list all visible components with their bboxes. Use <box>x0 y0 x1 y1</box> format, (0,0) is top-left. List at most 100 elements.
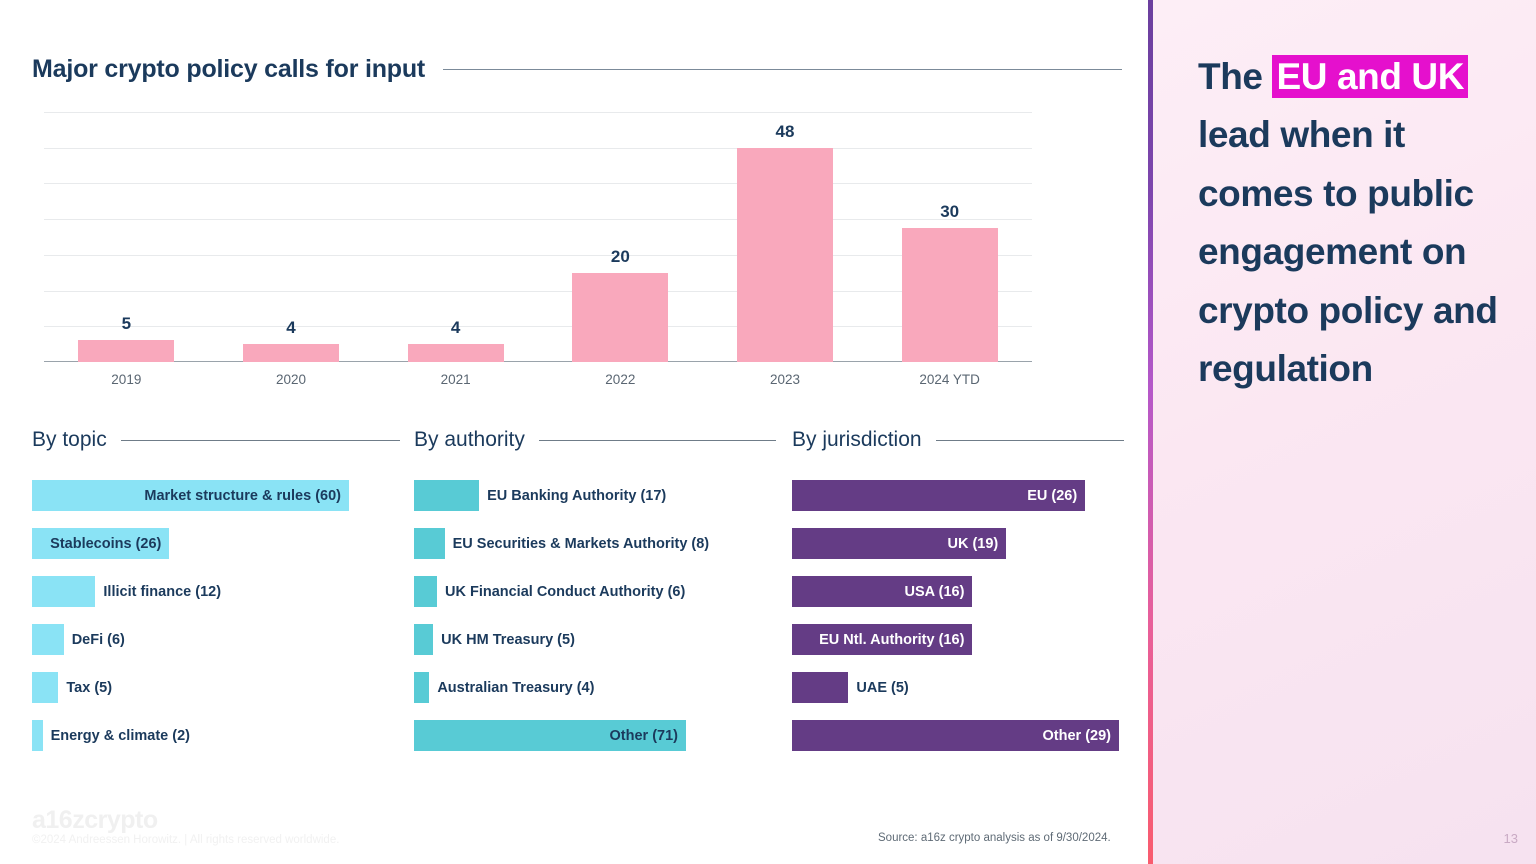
source-note: Source: a16z crypto analysis as of 9/30/… <box>878 832 1111 844</box>
bar-row: Other (29) <box>792 720 1124 751</box>
bar-label: UK Financial Conduct Authority (6) <box>444 583 686 600</box>
section-divider <box>120 439 400 441</box>
bar-row: EU (26) <box>792 480 1124 511</box>
section-by-topic: By topic Market structure & rules (60) St… <box>32 428 400 768</box>
bar-label: UK HM Treasury (5) <box>441 631 575 648</box>
bar-fill: Stablecoins (26) <box>32 528 170 559</box>
column-value-label: 48 <box>775 121 795 141</box>
column-bar <box>901 228 998 362</box>
bar-label: UK (19) <box>947 535 999 552</box>
bar-fill <box>32 672 59 703</box>
bar-fill: EU Ntl. Authority (16) <box>792 624 973 655</box>
grid-line <box>44 254 1032 256</box>
column-bar <box>572 272 669 362</box>
callout-headline: The EU and UK lead when it comes to publ… <box>1198 48 1508 399</box>
bar-row: USA (16) <box>792 576 1124 607</box>
bar-label: DeFi (6) <box>71 631 125 648</box>
column-bar-group: 5 <box>78 313 175 362</box>
bar-row: UK (19) <box>792 528 1124 559</box>
column-category-label: 2020 <box>275 372 306 387</box>
bar-fill <box>32 576 96 607</box>
section-title: By topic <box>32 428 107 451</box>
bar-fill <box>792 672 849 703</box>
section-divider <box>538 439 776 441</box>
bar-fill <box>414 624 434 655</box>
copyright-notice: ©2024 Andreessen Horowitz. | All rights … <box>32 834 340 846</box>
bar-label: UAE (5) <box>856 679 909 696</box>
bar-fill <box>32 720 43 751</box>
column-bar <box>737 147 833 362</box>
column-value-label: 4 <box>286 318 296 338</box>
bar-row: Market structure & rules (60) <box>32 480 400 511</box>
column-bar <box>243 344 339 362</box>
bar-fill: UK (19) <box>792 528 1007 559</box>
column-category-label: 2022 <box>605 372 636 387</box>
bar-row: Australian Treasury (4) <box>414 672 776 703</box>
bar-row: Tax (5) <box>32 672 400 703</box>
column-category-label: 2023 <box>769 372 800 387</box>
column-value-label: 30 <box>940 202 960 222</box>
section-header-by-authority: By authority <box>414 428 776 452</box>
column-value-label: 4 <box>450 318 461 338</box>
section-by-jurisdiction: By jurisdiction EU (26) UK (19) USA (16) EU… <box>792 428 1124 768</box>
bar-fill: Other (71) <box>414 720 686 751</box>
column-bar-group: 4 <box>243 318 339 362</box>
column-chart-policy-calls: 5 4 4 20 48 30 <box>44 112 1032 362</box>
column-bar-group: 30 <box>901 202 998 362</box>
bar-list-by-topic: Market structure & rules (60) Stablecoins… <box>32 480 400 751</box>
grid-line <box>44 147 1032 149</box>
bar-row: Illicit finance (12) <box>32 576 400 607</box>
bar-fill <box>32 624 64 655</box>
bar-label: USA (16) <box>904 583 965 600</box>
column-category-label: 2024 YTD <box>919 372 980 387</box>
bar-row: EU Ntl. Authority (16) <box>792 624 1124 655</box>
slide-root: Major crypto policy calls for input 5 4 4 2… <box>0 0 1536 864</box>
bar-label: Other (71) <box>609 727 679 744</box>
bar-fill: USA (16) <box>792 576 973 607</box>
bar-row: Energy & climate (2) <box>32 720 400 751</box>
bar-list-by-authority: EU Banking Authority (17) EU Securities &… <box>414 480 776 751</box>
bar-fill <box>414 672 430 703</box>
grid-line <box>44 219 1032 221</box>
column-bar-group: 4 <box>407 318 504 362</box>
title-divider <box>443 69 1122 70</box>
chart-axis-line <box>44 360 1032 362</box>
bar-label: Market structure & rules (60) <box>144 487 341 504</box>
column-bar <box>407 344 504 362</box>
section-header-by-jurisdiction: By jurisdiction <box>792 428 1124 452</box>
column-category-label: 2021 <box>440 372 471 387</box>
grid-line <box>44 183 1032 185</box>
bar-label: Tax (5) <box>66 679 113 696</box>
column-bar-group: 48 <box>737 122 833 362</box>
bar-row: Other (71) <box>414 720 776 751</box>
bar-row: UK Financial Conduct Authority (6) <box>414 576 776 607</box>
bar-fill: EU (26) <box>792 480 1086 511</box>
column-value-label: 20 <box>610 246 630 266</box>
bar-list-by-jurisdiction: EU (26) UK (19) USA (16) EU Ntl. Authority … <box>792 480 1124 751</box>
bar-fill: Other (29) <box>792 720 1119 751</box>
section-title: By authority <box>414 428 525 451</box>
column-chart-x-labels: 2019 2020 2021 2022 2023 2024 YTD <box>44 372 1032 396</box>
grid-line <box>44 326 1032 328</box>
bar-row: UAE (5) <box>792 672 1124 703</box>
bar-fill: Market structure & rules (60) <box>32 480 349 511</box>
headline-text: The <box>1198 56 1273 97</box>
column-bar-group: 20 <box>572 246 669 362</box>
bar-label: Australian Treasury (4) <box>437 679 595 696</box>
bar-label: Stablecoins (26) <box>50 535 162 552</box>
page-number: 13 <box>1503 831 1518 846</box>
bar-fill <box>414 576 437 607</box>
grid-line <box>44 290 1032 292</box>
section-divider <box>935 439 1124 441</box>
bar-row: DeFi (6) <box>32 624 400 655</box>
column-category-label: 2019 <box>111 372 142 387</box>
column-value-label: 5 <box>121 313 132 333</box>
bar-row: UK HM Treasury (5) <box>414 624 776 655</box>
column-bar <box>78 339 175 362</box>
bar-label: EU Banking Authority (17) <box>487 487 667 504</box>
page-title: Major crypto policy calls for input <box>32 55 426 83</box>
bar-label: Other (29) <box>1042 727 1112 744</box>
bar-fill <box>414 528 445 559</box>
bar-label: Energy & climate (2) <box>50 727 190 744</box>
bar-label: EU Ntl. Authority (16) <box>819 631 965 648</box>
